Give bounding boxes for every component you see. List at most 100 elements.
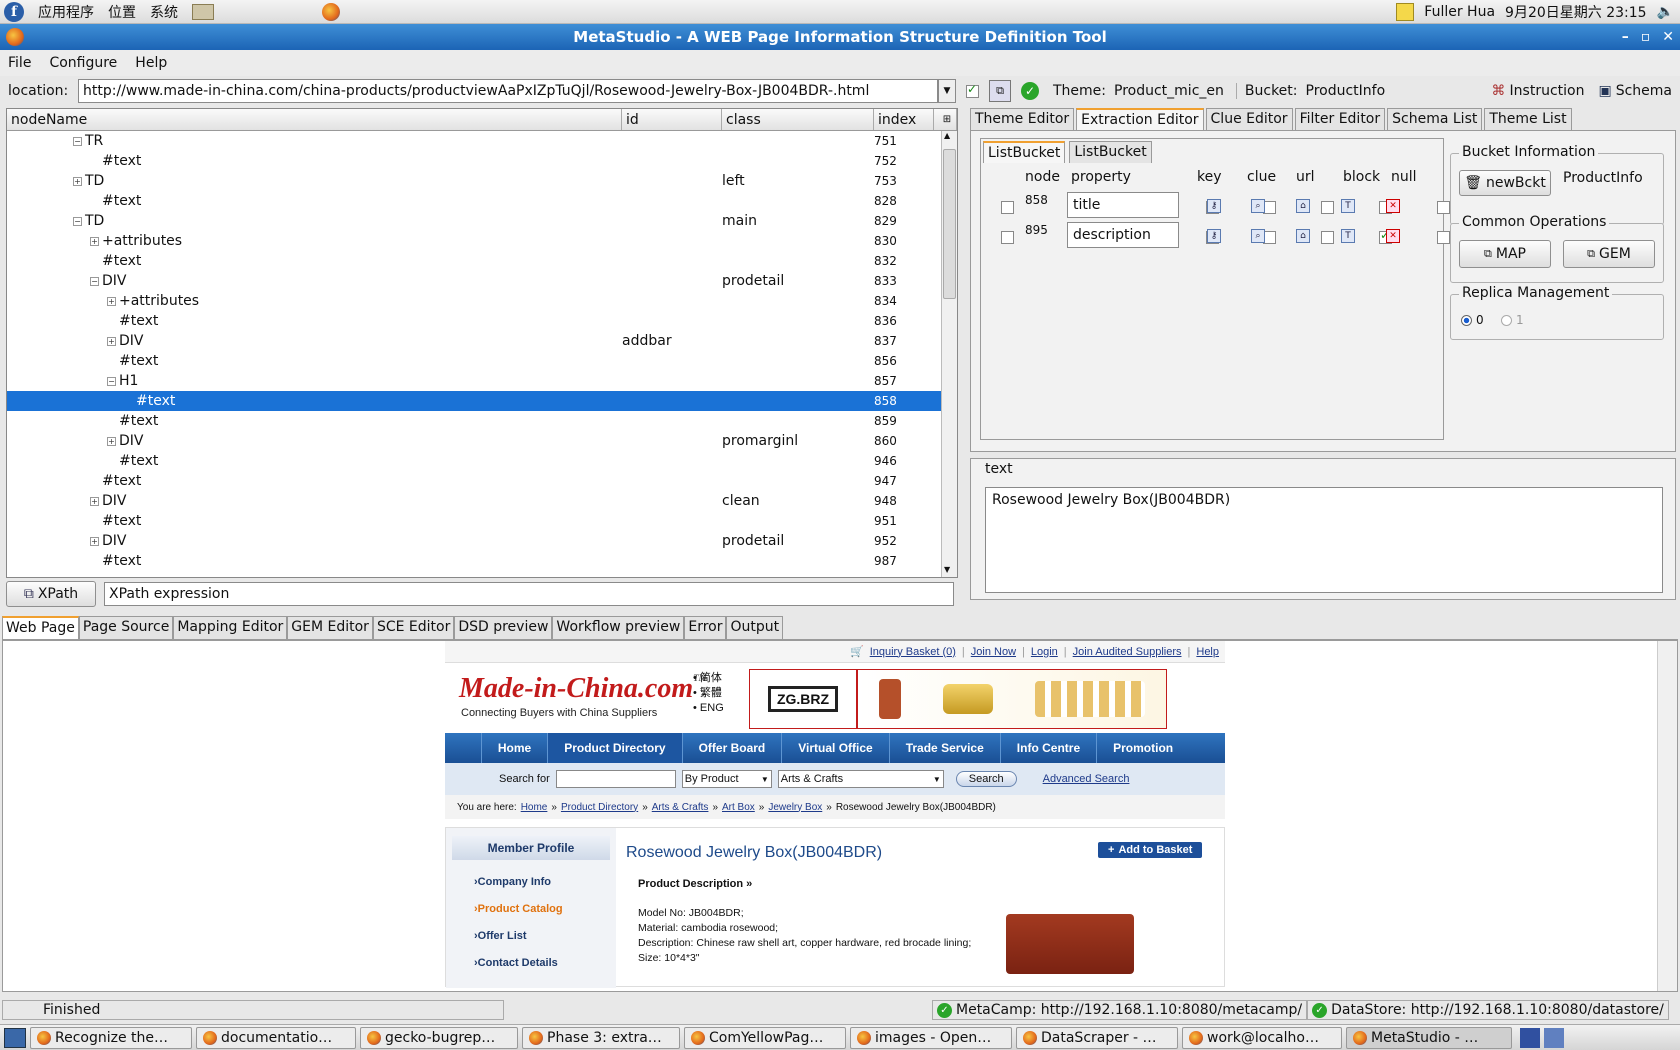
url-checkbox[interactable] <box>1321 201 1334 214</box>
col-class[interactable]: class <box>722 109 874 130</box>
member-menu-item[interactable]: › Offer List <box>446 922 616 949</box>
tab-theme-list[interactable]: Theme List <box>1484 108 1572 132</box>
advanced-search-link[interactable]: Advanced Search <box>1043 773 1130 785</box>
tab-extraction-editor[interactable]: Extraction Editor <box>1076 108 1204 132</box>
lang-simplified[interactable]: • 简体 <box>693 671 724 686</box>
task-button[interactable]: gecko-bugrep… <box>360 1026 518 1049</box>
site-logo[interactable]: Made-in-China.comTM <box>459 673 707 705</box>
ad-banner[interactable]: ZG.BRZ <box>749 669 1167 729</box>
schema-button[interactable]: ▣ Schema <box>1598 83 1672 99</box>
close-icon[interactable]: ✕ <box>1662 29 1674 45</box>
web-page-view[interactable]: 🛒 Inquiry Basket (0) | Join Now | Login | Join … <box>2 640 1678 992</box>
tab-gem-editor[interactable]: GEM Editor <box>287 616 373 639</box>
tree-row[interactable]: − DIV prodetail 833 <box>7 271 957 291</box>
breadcrumb-link[interactable]: Product Directory <box>561 802 638 813</box>
top-link[interactable]: Join Now <box>971 646 1016 658</box>
location-checkbox[interactable] <box>966 82 979 98</box>
tree-row[interactable]: + DIV prodetail 952 <box>7 531 957 551</box>
webpage-scrollbar[interactable] <box>1657 641 1677 991</box>
lang-traditional[interactable]: • 繁體 <box>693 686 724 701</box>
top-link[interactable]: Join Audited Suppliers <box>1073 646 1182 658</box>
maximize-icon[interactable]: ▫ <box>1641 29 1651 45</box>
tab-workflow-preview[interactable]: Workflow preview <box>552 616 685 639</box>
search-button[interactable]: Search <box>955 771 1017 787</box>
workspace-2-icon[interactable] <box>1544 1027 1564 1048</box>
breadcrumb-link[interactable]: Arts & Crafts <box>652 802 709 813</box>
url-home-icon[interactable]: ⌂ <box>1296 229 1310 243</box>
user-name[interactable]: Fuller Hua <box>1424 4 1495 20</box>
task-button[interactable]: work@localho… <box>1182 1026 1342 1049</box>
site-nav-item[interactable]: Virtual Office <box>781 733 888 763</box>
replica-radio-1[interactable]: 1 <box>1501 313 1524 327</box>
key-icon[interactable]: ⚷ <box>1207 199 1221 213</box>
scroll-thumb[interactable] <box>943 149 956 299</box>
new-bucket-button[interactable]: 🗑 newBckt <box>1459 170 1551 196</box>
row-select-checkbox[interactable] <box>1001 201 1014 214</box>
task-button[interactable]: ComYellowPag… <box>684 1026 846 1049</box>
tree-row[interactable]: − TR 751 <box>7 131 957 151</box>
delete-icon[interactable]: ✕ <box>1386 229 1400 243</box>
inspect-icon[interactable]: ⧉ <box>989 80 1011 102</box>
expand-icon[interactable]: + <box>90 496 99 506</box>
tree-row[interactable]: + DIV clean 948 <box>7 491 957 511</box>
places-menu[interactable]: 位置 <box>108 2 136 22</box>
task-button[interactable]: Recognize the… <box>30 1026 192 1049</box>
tab-theme-editor[interactable]: Theme Editor <box>970 108 1075 132</box>
col-index[interactable]: index <box>874 109 934 130</box>
col-id[interactable]: id <box>622 109 722 130</box>
tree-row[interactable]: #text 828 <box>7 191 957 211</box>
lang-english[interactable]: • ENG <box>693 701 724 716</box>
tree-row[interactable]: #text 858 <box>7 391 957 411</box>
text-panel-textarea[interactable]: Rosewood Jewelry Box(JB004BDR) <box>985 487 1663 593</box>
block-icon[interactable]: T <box>1341 199 1355 213</box>
collapse-icon[interactable]: − <box>73 216 82 226</box>
member-menu-item[interactable]: › Company Info <box>446 868 616 895</box>
property-input[interactable]: description <box>1067 222 1179 248</box>
task-button[interactable]: images - Open… <box>850 1026 1012 1049</box>
expand-icon[interactable]: + <box>107 336 116 346</box>
tree-row[interactable]: #text 951 <box>7 511 957 531</box>
site-nav-item[interactable]: Offer Board <box>681 733 782 763</box>
clue-search-icon[interactable]: ⌕ <box>1251 199 1265 213</box>
tab-filter-editor[interactable]: Filter Editor <box>1294 108 1386 132</box>
tab-dsd-preview[interactable]: DSD preview <box>454 616 553 639</box>
breadcrumb-link[interactable]: Jewelry Box <box>768 802 822 813</box>
tree-row[interactable]: + +attributes 834 <box>7 291 957 311</box>
tab-sce-editor[interactable]: SCE Editor <box>372 616 455 639</box>
row-select-checkbox[interactable] <box>1001 231 1014 244</box>
block-icon[interactable]: T <box>1341 229 1355 243</box>
expand-icon[interactable]: + <box>90 536 99 546</box>
collapse-icon[interactable]: − <box>107 376 116 386</box>
url-checkbox[interactable] <box>1321 231 1334 244</box>
tab-error[interactable]: Error <box>684 616 727 639</box>
map-button[interactable]: ⧉ MAP <box>1459 240 1551 268</box>
site-nav-item[interactable]: Info Centre <box>999 733 1096 763</box>
collapse-icon[interactable]: − <box>90 276 99 286</box>
member-menu-item[interactable]: › Contact Details <box>446 949 616 976</box>
top-link[interactable]: Help <box>1196 646 1219 658</box>
fedora-logo-icon[interactable]: f <box>4 1 24 22</box>
tree-row[interactable]: #text 947 <box>7 471 957 491</box>
col-nodename[interactable]: nodeName <box>7 109 622 130</box>
tab-clue-editor[interactable]: Clue Editor <box>1205 108 1293 132</box>
tree-row[interactable]: + DIV addbar 837 <box>7 331 957 351</box>
site-nav-item[interactable]: Promotion <box>1096 733 1189 763</box>
tab-web-page[interactable]: Web Page <box>2 616 79 639</box>
tree-row[interactable]: #text 856 <box>7 351 957 371</box>
minimize-icon[interactable]: – <box>1622 29 1629 45</box>
task-button[interactable]: documentatio… <box>196 1026 356 1049</box>
location-input[interactable]: http://www.made-in-china.com/china-produ… <box>78 79 938 103</box>
tree-row[interactable]: + DIV promarginl 860 <box>7 431 957 451</box>
tree-row[interactable]: − TD main 829 <box>7 211 957 231</box>
tab-listbucket-1[interactable]: ListBucket <box>983 141 1066 163</box>
show-desktop-icon[interactable] <box>4 1027 26 1048</box>
task-button[interactable]: DataScraper - … <box>1016 1026 1178 1049</box>
site-nav-item[interactable]: Home <box>480 733 547 763</box>
tree-row[interactable]: #text 836 <box>7 311 957 331</box>
add-to-basket-button[interactable]: + Add to Basket <box>1098 842 1203 858</box>
expand-icon[interactable]: + <box>73 176 82 186</box>
menu-file[interactable]: File <box>8 55 31 71</box>
tree-row[interactable]: #text 946 <box>7 451 957 471</box>
null-checkbox[interactable] <box>1437 201 1450 214</box>
location-dropdown-icon[interactable]: ▼ <box>938 79 956 103</box>
